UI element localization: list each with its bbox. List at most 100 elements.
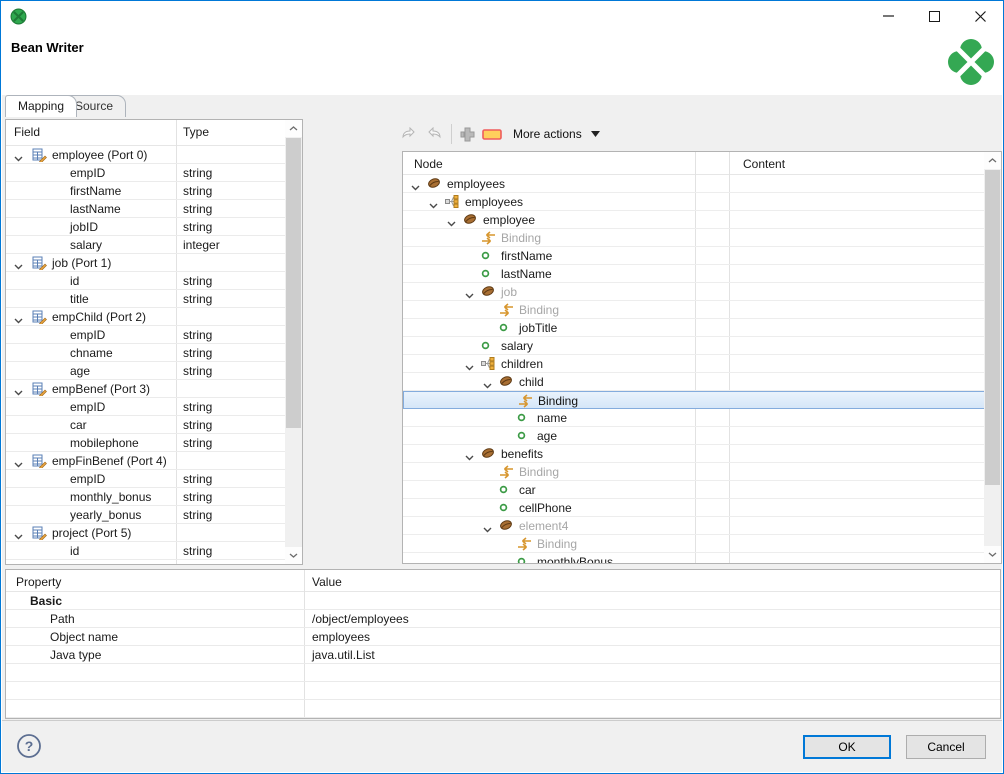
tree-row[interactable]: salary	[403, 337, 986, 355]
property-row[interactable]	[6, 682, 1001, 700]
field-row[interactable]: idstring	[6, 542, 285, 560]
chevron-down-icon[interactable]	[465, 288, 474, 302]
field-row[interactable]: jobIDstring	[6, 218, 285, 236]
field-row[interactable]: carstring	[6, 416, 285, 434]
fields-scrollbar[interactable]	[285, 120, 302, 564]
tree-row[interactable]: job	[403, 283, 986, 301]
field-row[interactable]: monthly_bonusstring	[6, 488, 285, 506]
properties-table: Property Value BasicPath/object/employee…	[5, 569, 1001, 719]
tree-row[interactable]: employee	[403, 211, 986, 229]
field-group-row[interactable]: empChild (Port 2)	[6, 308, 285, 326]
tree-row[interactable]: employees	[403, 193, 986, 211]
tree-row[interactable]: cellPhone	[403, 499, 986, 517]
cancel-button[interactable]: Cancel	[906, 735, 986, 759]
property-row[interactable]: Object nameemployees	[6, 628, 1001, 646]
field-row[interactable]: lastNamestring	[6, 200, 285, 218]
property-row[interactable]	[6, 664, 1001, 682]
ok-button[interactable]: OK	[803, 735, 891, 759]
tree-row[interactable]: monthlyBonus	[403, 553, 986, 564]
tree-row[interactable]: Binding	[403, 229, 986, 247]
tree-row[interactable]: lastName	[403, 265, 986, 283]
scroll-down-icon[interactable]	[285, 547, 302, 564]
tree-row[interactable]: car	[403, 481, 986, 499]
field-group-row[interactable]: project (Port 5)	[6, 524, 285, 542]
chevron-down-icon[interactable]	[14, 529, 23, 543]
chevron-down-icon[interactable]	[14, 385, 23, 399]
scroll-down-icon[interactable]	[984, 546, 1001, 563]
remove-icon[interactable]	[482, 129, 502, 140]
chevron-down-icon[interactable]	[465, 360, 474, 374]
field-row[interactable]: empIDstring	[6, 164, 285, 182]
field-row[interactable]: yearly_bonusstring	[6, 506, 285, 524]
chevron-down-icon[interactable]	[14, 313, 23, 327]
field-row[interactable]: chnamestring	[6, 344, 285, 362]
property-row[interactable]: Java typejava.util.List	[6, 646, 1001, 664]
chevron-down-icon[interactable]	[411, 180, 420, 194]
tree-row[interactable]: name	[403, 409, 986, 427]
undo-icon[interactable]	[401, 127, 418, 141]
tree-row[interactable]: jobTitle	[403, 319, 986, 337]
column-header-value[interactable]: Value	[312, 575, 342, 589]
field-row[interactable]: empIDstring	[6, 398, 285, 416]
field-group-row[interactable]: job (Port 1)	[6, 254, 285, 272]
more-actions-button[interactable]: More actions	[509, 125, 604, 143]
column-header-property[interactable]: Property	[16, 575, 61, 589]
help-icon[interactable]: ?	[16, 733, 42, 759]
field-row[interactable]: empIDstring	[6, 326, 285, 344]
chevron-down-icon[interactable]	[483, 378, 492, 392]
column-header-field[interactable]: Field	[14, 125, 40, 139]
field-row[interactable]: agestring	[6, 362, 285, 380]
field-row[interactable]: idstring	[6, 272, 285, 290]
chevron-down-icon[interactable]	[14, 259, 23, 273]
field-group-row[interactable]: employee (Port 0)	[6, 146, 285, 164]
column-header-type[interactable]: Type	[183, 125, 209, 139]
column-header-content[interactable]: Content	[743, 157, 785, 171]
scroll-thumb[interactable]	[286, 138, 301, 428]
maximize-button[interactable]	[911, 1, 957, 31]
tree-row[interactable]: children	[403, 355, 986, 373]
field-row[interactable]: empIDstring	[6, 470, 285, 488]
chevron-down-icon[interactable]	[429, 198, 438, 212]
field-row[interactable]: salaryinteger	[6, 236, 285, 254]
scroll-up-icon[interactable]	[984, 152, 1001, 169]
field-row[interactable]: firstNamestring	[6, 182, 285, 200]
tree-row[interactable]: employees	[403, 175, 986, 193]
property-row[interactable]	[6, 700, 1001, 718]
field-group-row[interactable]: empFinBenef (Port 4)	[6, 452, 285, 470]
scroll-up-icon[interactable]	[285, 120, 302, 137]
property-group-row[interactable]: Basic	[6, 592, 1001, 610]
field-name: id	[70, 544, 79, 558]
chevron-down-icon[interactable]	[447, 216, 456, 230]
field-row[interactable]: mobilephonestring	[6, 434, 285, 452]
field-type: string	[183, 508, 212, 522]
field-row[interactable]: namestring	[6, 560, 285, 565]
redo-icon[interactable]	[425, 127, 442, 141]
column-header-node[interactable]: Node	[414, 157, 443, 171]
field-name: project (Port 5)	[52, 526, 131, 540]
field-row[interactable]: titlestring	[6, 290, 285, 308]
tree-row[interactable]: benefits	[403, 445, 986, 463]
chevron-down-icon[interactable]	[14, 151, 23, 165]
tree-row[interactable]: Binding	[403, 391, 986, 409]
tree-row[interactable]: Binding	[403, 535, 986, 553]
tree-row[interactable]: Binding	[403, 463, 986, 481]
add-icon[interactable]	[460, 127, 475, 142]
tab-mapping[interactable]: Mapping	[5, 95, 77, 117]
field-group-row[interactable]: empBenef (Port 3)	[6, 380, 285, 398]
tree-scrollbar[interactable]	[984, 152, 1001, 563]
tree-row[interactable]: child	[403, 373, 986, 391]
chevron-down-icon[interactable]	[483, 522, 492, 536]
tree-node-label: age	[537, 429, 557, 443]
chevron-down-icon[interactable]	[465, 450, 474, 464]
property-row[interactable]: Path/object/employees	[6, 610, 1001, 628]
tree-row[interactable]: Binding	[403, 301, 986, 319]
tree-row[interactable]: element4	[403, 517, 986, 535]
tree-row[interactable]: firstName	[403, 247, 986, 265]
field-dot-icon	[517, 411, 526, 425]
scroll-thumb[interactable]	[985, 170, 1000, 485]
close-button[interactable]	[957, 1, 1003, 31]
field-name: chname	[70, 346, 113, 360]
minimize-button[interactable]	[865, 1, 911, 31]
chevron-down-icon[interactable]	[14, 457, 23, 471]
tree-row[interactable]: age	[403, 427, 986, 445]
